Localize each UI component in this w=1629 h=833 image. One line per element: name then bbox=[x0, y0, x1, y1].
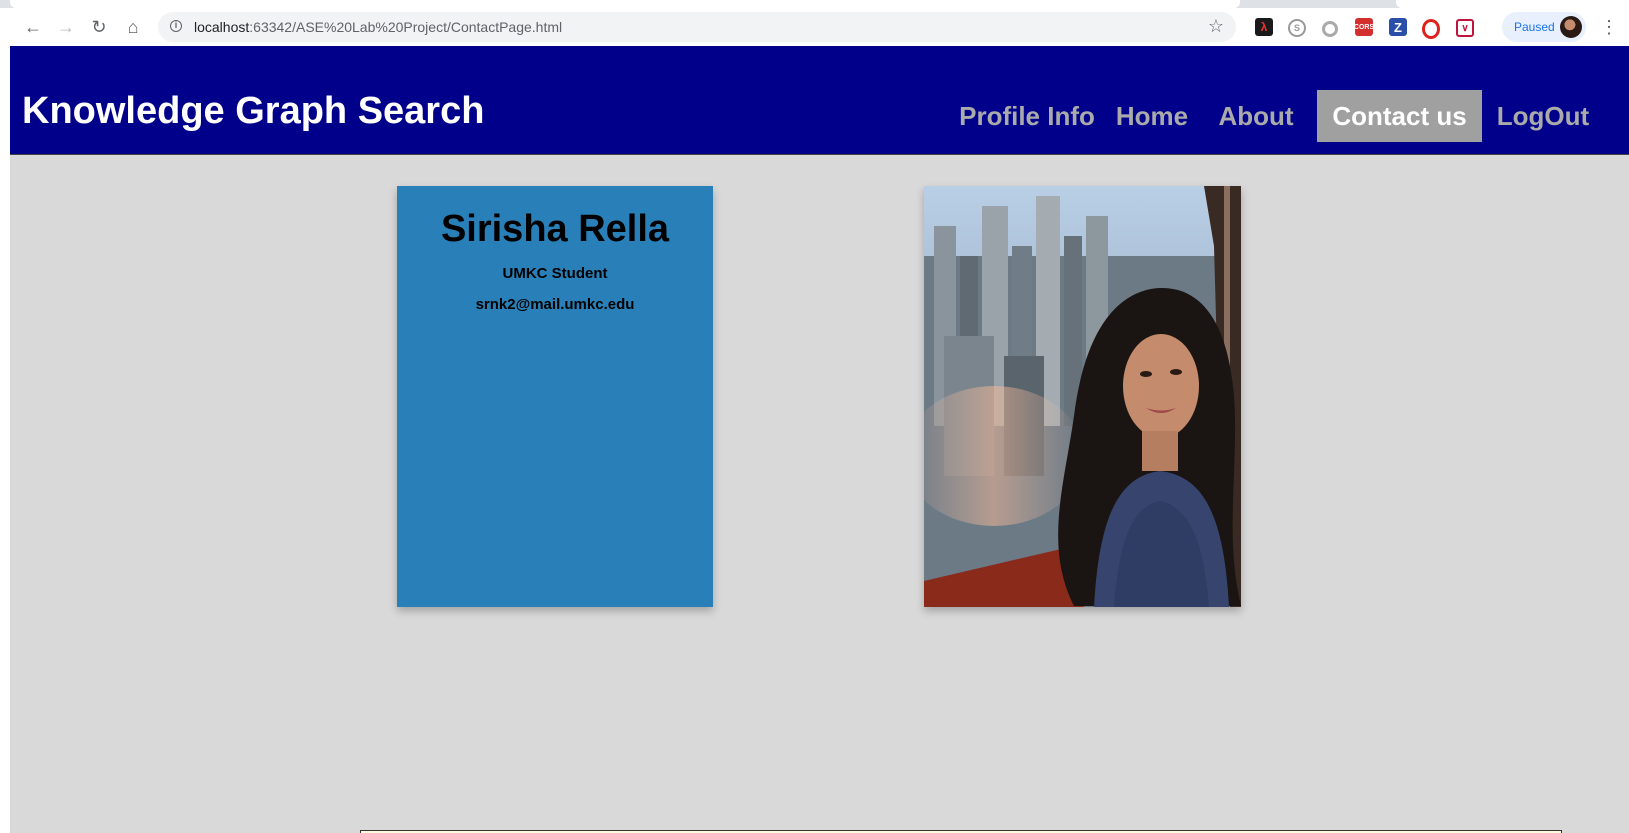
nav-about[interactable]: About bbox=[1215, 90, 1297, 142]
nav-logout[interactable]: LogOut bbox=[1487, 90, 1599, 142]
avatar bbox=[1560, 16, 1582, 38]
profile-name: Sirisha Rella bbox=[440, 208, 670, 250]
nav-contact-us[interactable]: Contact us bbox=[1317, 90, 1482, 142]
cors-label: CORS bbox=[1353, 23, 1375, 31]
bookmark-star-icon[interactable]: ☆ bbox=[1208, 16, 1224, 37]
reload-icon[interactable]: ↻ bbox=[86, 14, 112, 40]
acrobat-icon[interactable]: λ bbox=[1255, 18, 1273, 36]
address-bar[interactable]: i localhost:63342/ASE%20Lab%20Project/Co… bbox=[158, 12, 1236, 42]
url-host: localhost bbox=[194, 19, 250, 35]
back-icon[interactable]: ← bbox=[20, 14, 46, 40]
browser-menu-icon[interactable]: ⋮ bbox=[1600, 14, 1618, 40]
profile-photo bbox=[924, 186, 1241, 607]
cors-icon[interactable]: CORS bbox=[1353, 18, 1375, 36]
pocket-icon[interactable]: ∨ bbox=[1456, 19, 1474, 37]
home-icon[interactable]: ⌂ bbox=[120, 14, 146, 40]
site-info-icon[interactable]: i bbox=[170, 20, 182, 32]
profile-card: Sirisha Rella UMKC Student srnk2@mail.um… bbox=[397, 186, 713, 607]
background-tab[interactable] bbox=[1396, 0, 1629, 8]
tab-strip bbox=[0, 0, 1629, 8]
skype-icon[interactable]: S bbox=[1288, 19, 1306, 37]
nav-home[interactable]: Home bbox=[1113, 90, 1191, 142]
url-text[interactable]: localhost:63342/ASE%20Lab%20Project/Cont… bbox=[194, 19, 562, 35]
zotero-icon[interactable]: Z bbox=[1389, 18, 1407, 36]
page-viewport: Knowledge Graph Search Profile Info Home… bbox=[10, 46, 1629, 833]
active-tab[interactable] bbox=[10, 0, 1240, 8]
profile-status: Paused bbox=[1514, 20, 1555, 34]
site-title: Knowledge Graph Search bbox=[22, 90, 485, 132]
zotero-label: Z bbox=[1394, 19, 1402, 35]
forward-icon[interactable]: → bbox=[53, 14, 79, 40]
opera-icon[interactable] bbox=[1422, 19, 1440, 39]
nav-profile-info[interactable]: Profile Info bbox=[958, 90, 1096, 142]
profile-email[interactable]: srnk2@mail.umkc.edu bbox=[397, 296, 713, 313]
profile-role: UMKC Student bbox=[502, 265, 608, 282]
browser-toolbar: ← → ↻ ⌂ i localhost:63342/ASE%20Lab%20Pr… bbox=[0, 8, 1629, 46]
url-path: :63342/ASE%20Lab%20Project/ContactPage.h… bbox=[249, 19, 563, 35]
profile-photo-image bbox=[924, 186, 1241, 607]
site-header: Knowledge Graph Search Profile Info Home… bbox=[10, 46, 1629, 155]
profile-button[interactable]: Paused bbox=[1502, 12, 1586, 42]
circle-ext-icon[interactable] bbox=[1322, 21, 1338, 37]
